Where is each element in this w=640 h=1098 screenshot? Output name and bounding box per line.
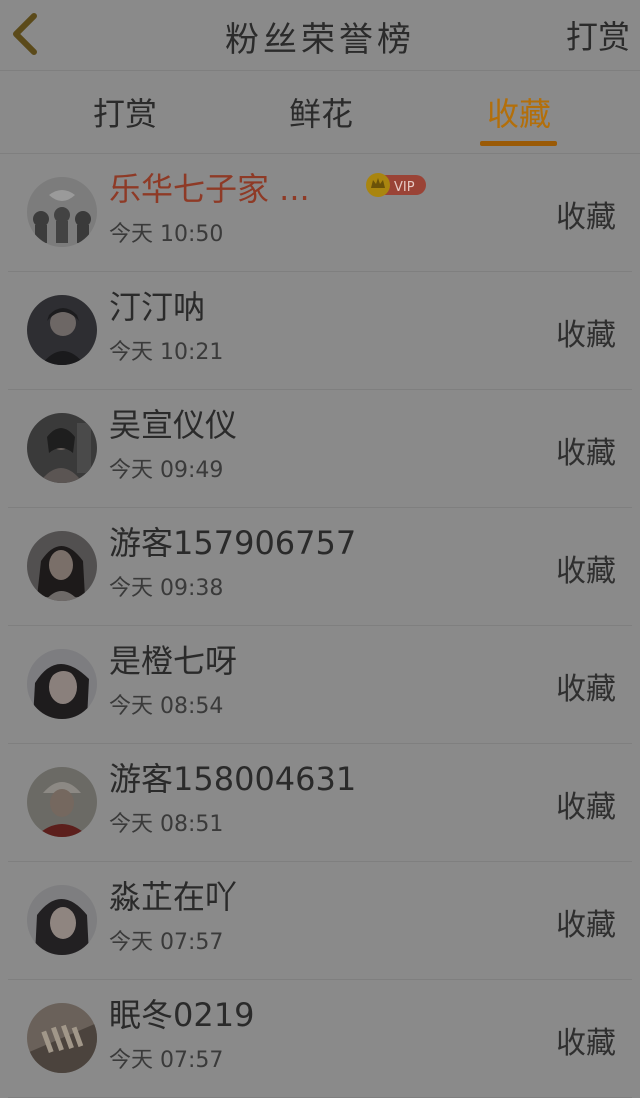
avatar [27, 295, 97, 365]
fan-name: 汀汀呐 [109, 288, 206, 326]
fan-list-item[interactable]: 吴宣仪仪 今天 09:49 收藏 [8, 390, 632, 508]
fan-time: 今天 08:54 [109, 694, 224, 719]
fan-time: 今天 07:57 [109, 1048, 224, 1073]
fan-list-item[interactable]: 游客157906757 ... 今天 09:38 收藏 [8, 508, 632, 626]
svg-text:VIP: VIP [394, 180, 415, 195]
fan-name: 是橙七呀 [109, 642, 238, 680]
fan-name: 游客158004631 ... [109, 760, 359, 798]
fan-name: 乐华七子家 ... [109, 170, 310, 208]
favorite-label: 收藏 [556, 318, 616, 353]
avatar [27, 767, 97, 837]
fan-time: 今天 09:38 [109, 576, 224, 601]
favorite-label: 收藏 [556, 436, 616, 471]
fan-name: 眠冬0219 [109, 996, 255, 1034]
fan-list-item[interactable]: 淼芷在吖 今天 07:57 收藏 [8, 862, 632, 980]
fan-list-item[interactable]: 乐华七子家 ... VIP 今天 10:50 收藏 [8, 154, 632, 272]
avatar [27, 1003, 97, 1073]
favorite-label: 收藏 [556, 672, 616, 707]
favorite-label: 收藏 [556, 554, 616, 589]
avatar [27, 885, 97, 955]
tab-favorites[interactable]: 收藏 [459, 89, 579, 135]
top-bar: 粉丝荣誉榜 打赏 [0, 0, 640, 71]
avatar [27, 177, 97, 247]
fan-list-item[interactable]: 眠冬0219 今天 07:57 收藏 [8, 980, 632, 1098]
avatar [27, 531, 97, 601]
fan-name: 淼芷在吖 [109, 878, 238, 916]
fan-time: 今天 09:49 [109, 458, 224, 483]
favorite-label: 收藏 [556, 200, 616, 235]
fan-time: 今天 10:21 [109, 340, 224, 365]
tab-flowers[interactable]: 鲜花 [261, 89, 381, 135]
avatar [27, 413, 97, 483]
fan-name: 吴宣仪仪 [109, 406, 238, 444]
favorite-label: 收藏 [556, 790, 616, 825]
fan-list-item[interactable]: 游客158004631 ... 今天 08:51 收藏 [8, 744, 632, 862]
vip-badge: VIP [366, 172, 426, 198]
tab-bar: 打赏 鲜花 收藏 [0, 71, 640, 154]
avatar [27, 649, 97, 719]
tab-tip[interactable]: 打赏 [65, 89, 185, 135]
fan-name: 游客157906757 ... [109, 524, 359, 562]
favorite-label: 收藏 [556, 908, 616, 943]
fan-time: 今天 10:50 [109, 222, 224, 247]
fan-time: 今天 08:51 [109, 812, 224, 837]
favorite-label: 收藏 [556, 1026, 616, 1061]
fan-list: 乐华七子家 ... VIP 今天 10:50 收藏 汀汀呐 今天 10:21 收… [0, 154, 640, 1098]
active-tab-indicator [480, 141, 557, 146]
page-title: 粉丝荣誉榜 [225, 20, 415, 60]
fan-list-item[interactable]: 汀汀呐 今天 10:21 收藏 [8, 272, 632, 390]
fan-time: 今天 07:57 [109, 930, 224, 955]
fan-list-item[interactable]: 是橙七呀 今天 08:54 收藏 [8, 626, 632, 744]
tip-button[interactable]: 打赏 [566, 12, 630, 58]
